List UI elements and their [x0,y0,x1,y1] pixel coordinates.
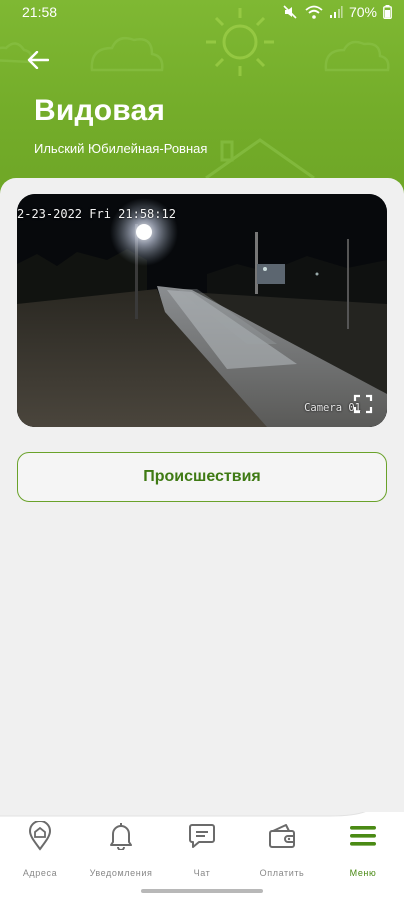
camera-timestamp: 2-23-2022 Fri 21:58:12 [17,207,176,221]
nav-item-addresses[interactable]: Адреса [0,820,80,884]
gesture-bar[interactable] [141,889,263,893]
nav-item-notifications[interactable]: Уведомления [81,820,161,884]
status-icons: 70% [283,4,392,20]
nav-label-addresses: Адреса [22,868,58,878]
nav-item-menu[interactable]: Меню [323,820,403,884]
bell-icon [110,823,132,850]
nav-label-chat: Чат [193,868,211,878]
nav-label-menu: Меню [349,868,377,878]
nav-label-notifications: Уведомления [89,868,153,878]
incidents-button[interactable]: Происшествия [17,452,387,502]
fullscreen-icon [353,394,373,414]
battery-percent: 70% [348,4,377,20]
wifi-icon [305,5,323,19]
status-bar: 21:58 70% [0,0,404,26]
bottom-navigation: Адреса Уведомления Чат Оплатить Меню [0,812,404,900]
content-sheet: 2-23-2022 Fri 21:58:12 Camera 01 Происше… [0,178,404,818]
wallet-icon [269,824,295,848]
status-time: 21:58 [22,4,58,20]
page-title: Видовая [34,94,166,127]
header: 21:58 70% Видовая Ильский Юбилейная-Ровн… [0,0,404,200]
battery-icon [383,5,392,19]
arrow-left-icon [27,51,49,69]
nav-item-pay[interactable]: Оплатить [242,820,322,884]
back-button[interactable] [22,44,54,76]
chat-icon [189,824,215,848]
fullscreen-button[interactable] [353,394,373,414]
nav-label-pay: Оплатить [259,868,305,878]
nav-item-chat[interactable]: Чат [162,820,242,884]
camera-stream[interactable]: 2-23-2022 Fri 21:58:12 Camera 01 [17,194,387,427]
location-pin-icon [28,821,52,851]
camera-scene [17,194,387,427]
mute-icon [283,5,297,19]
page-subtitle: Ильский Юбилейная-Ровная [34,141,208,156]
menu-icon [350,826,376,846]
signal-icon [329,6,343,18]
